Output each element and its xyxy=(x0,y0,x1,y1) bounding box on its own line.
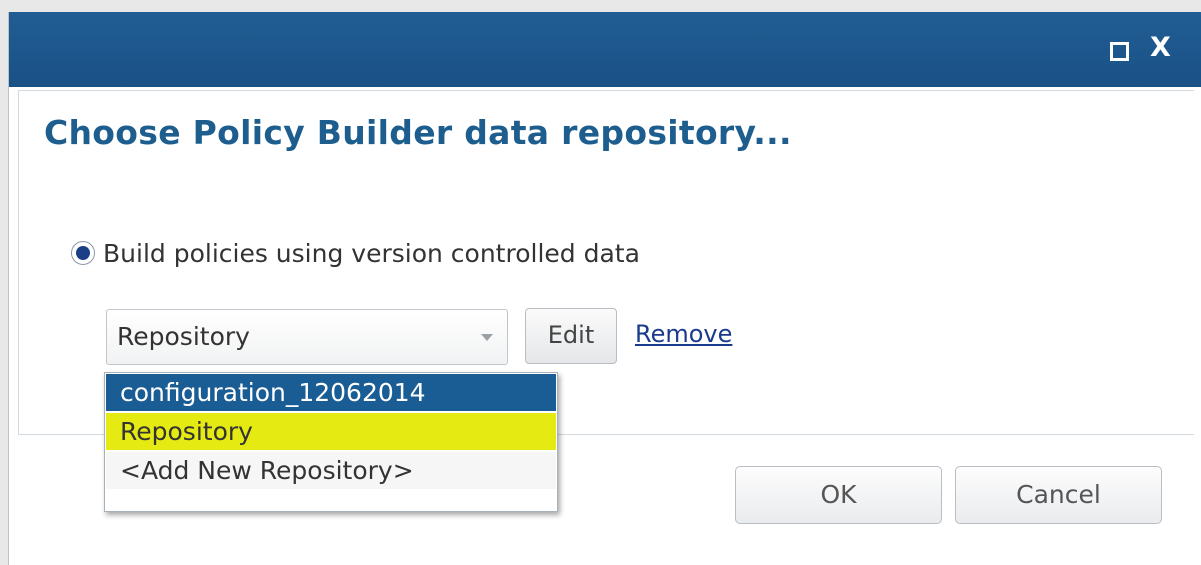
version-controlled-label[interactable]: Build policies using version controlled … xyxy=(103,239,640,268)
chevron-down-icon[interactable] xyxy=(481,334,493,341)
cancel-button[interactable]: Cancel xyxy=(955,466,1162,524)
repository-dropdown-list: configuration_12062014 Repository <Add N… xyxy=(104,372,558,512)
dropdown-option-repository[interactable]: Repository xyxy=(106,413,556,450)
ok-button[interactable]: OK xyxy=(735,466,942,524)
dropdown-option-configuration[interactable]: configuration_12062014 xyxy=(106,374,556,411)
dropdown-option-add-new[interactable]: <Add New Repository> xyxy=(106,452,556,489)
close-icon[interactable]: X xyxy=(1150,34,1171,61)
dialog-heading: Choose Policy Builder data repository... xyxy=(44,113,792,152)
edit-button[interactable]: Edit xyxy=(525,308,617,364)
maximize-icon[interactable] xyxy=(1110,42,1129,61)
dialog-header: Choose Policy Builder data repository... xyxy=(18,90,1194,192)
remove-link[interactable]: Remove xyxy=(635,320,732,348)
dialog-titlebar[interactable]: X xyxy=(9,12,1201,87)
repository-select-value: Repository xyxy=(117,322,250,351)
repository-select[interactable]: Repository xyxy=(106,309,508,365)
version-controlled-radio[interactable] xyxy=(71,241,95,265)
version-controlled-option[interactable]: Build policies using version controlled … xyxy=(71,238,640,268)
radio-selected-dot xyxy=(76,246,90,260)
